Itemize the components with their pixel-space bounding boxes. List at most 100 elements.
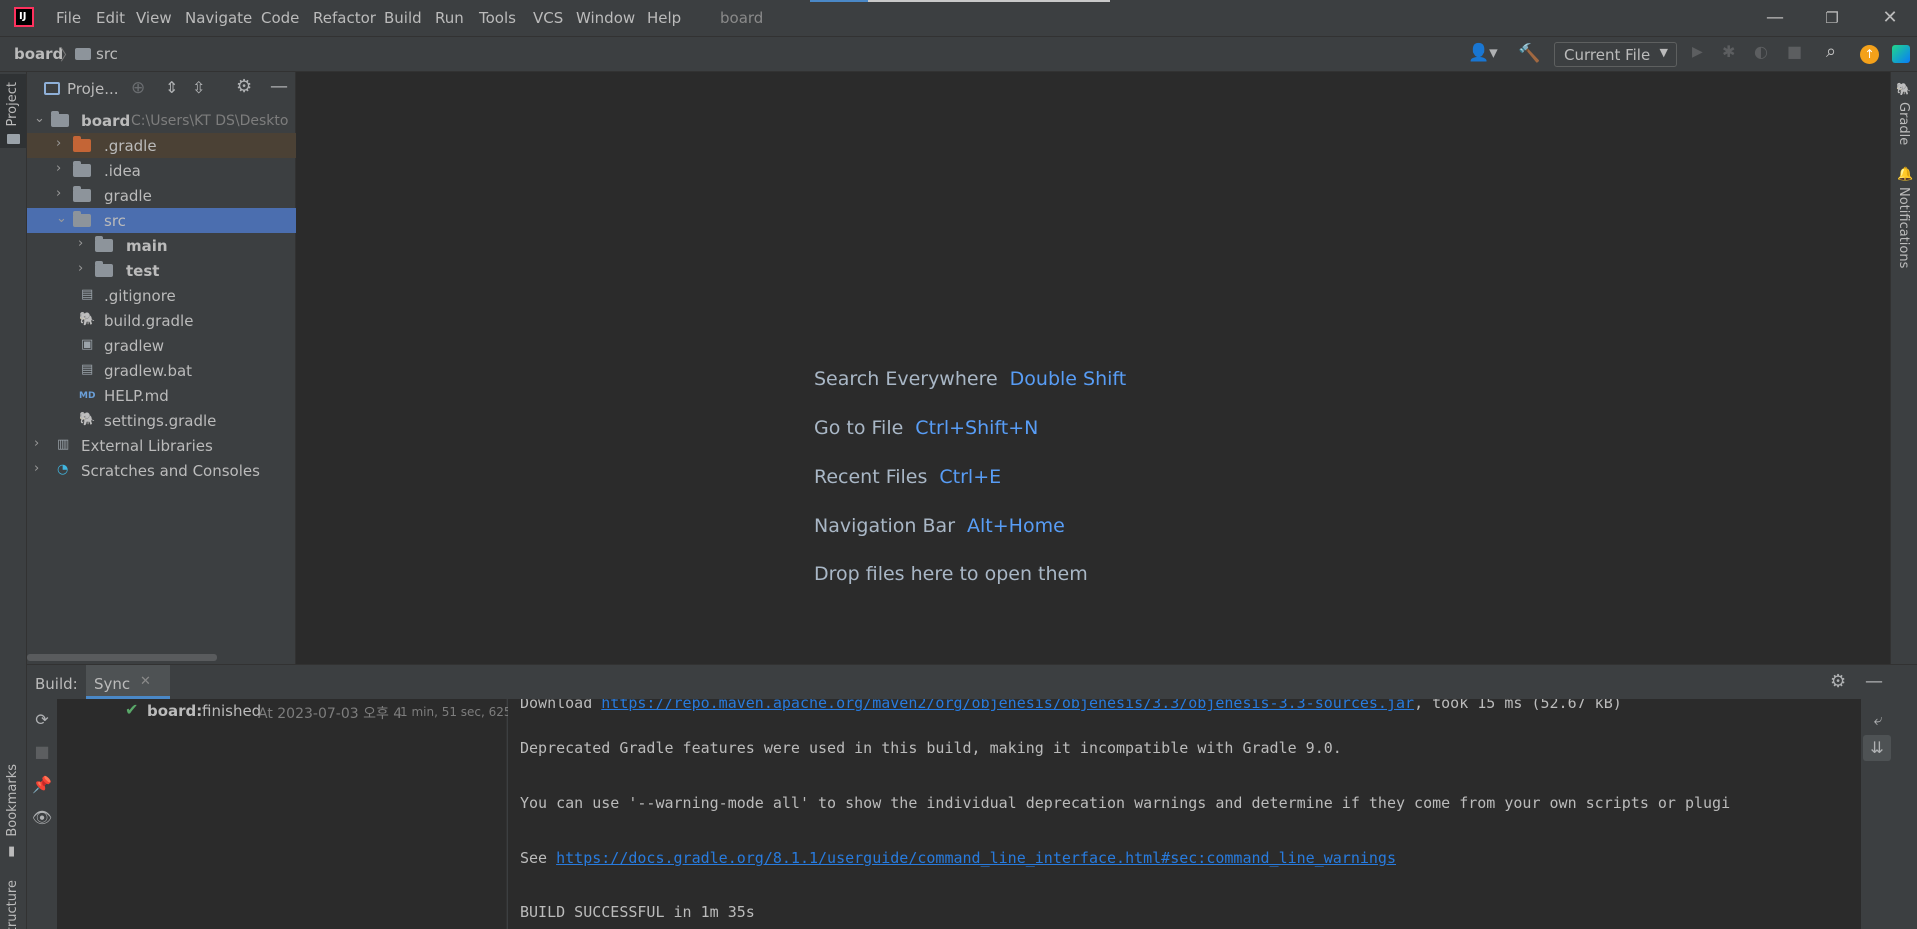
- stop-icon[interactable]: ■: [31, 741, 53, 763]
- tree-item-help-md[interactable]: MD HELP.md: [27, 383, 296, 408]
- notifications-tool-tab[interactable]: 🔔 Notifications: [1891, 167, 1917, 347]
- minimize-button[interactable]: —: [1755, 4, 1795, 32]
- tree-item-label: External Libraries: [81, 437, 213, 455]
- notifications-tool-label: Notifications: [1896, 187, 1911, 269]
- console-link[interactable]: https://repo.maven.apache.org/maven2/org…: [601, 699, 1414, 712]
- horizontal-scrollbar[interactable]: [27, 654, 217, 661]
- menu-build[interactable]: Build: [384, 9, 422, 27]
- expand-all-icon[interactable]: ⇕: [165, 78, 178, 97]
- tree-item-external-libraries[interactable]: › ▥ External Libraries: [27, 433, 296, 458]
- console-text: See: [520, 849, 557, 867]
- console-line-warning-mode: You can use '--warning-mode all' to show…: [520, 794, 1731, 812]
- gear-icon[interactable]: ⚙: [1830, 671, 1846, 692]
- project-tool-tab[interactable]: Project: [0, 74, 26, 148]
- locate-file-icon[interactable]: ⊕: [131, 78, 145, 98]
- gradle-tool-label: Gradle: [1896, 102, 1911, 146]
- tree-item-build-gradle[interactable]: 🐘 build.gradle: [27, 308, 296, 333]
- hint-recent-files: Recent Files Ctrl+E: [814, 466, 1001, 488]
- hint-search-everywhere: Search Everywhere Double Shift: [814, 368, 1126, 390]
- tree-item-label: gradle: [104, 187, 152, 205]
- hide-panel-icon[interactable]: —: [270, 76, 288, 97]
- tree-item-gradlew[interactable]: ▣ gradlew: [27, 333, 296, 358]
- build-result-time: At 2023-07-03 오후 4: [258, 706, 403, 722]
- gear-icon[interactable]: ⚙: [236, 76, 252, 97]
- soft-wrap-icon[interactable]: ⤶: [1867, 709, 1889, 731]
- tree-item-label: .gitignore: [104, 287, 176, 305]
- structure-tool-tab[interactable]: Structure: [0, 880, 26, 929]
- menu-run[interactable]: Run: [435, 9, 464, 27]
- breadcrumb-project[interactable]: board: [14, 45, 63, 63]
- console-link[interactable]: https://docs.gradle.org/8.1.1/userguide/…: [556, 849, 1396, 867]
- run-configuration-select[interactable]: Current File ▼: [1554, 42, 1677, 67]
- tree-item-settings-gradle[interactable]: 🐘 settings.gradle: [27, 408, 296, 433]
- tree-item-label: Scratches and Consoles: [81, 462, 260, 480]
- tree-item-gradle-cache[interactable]: › .gradle: [27, 133, 296, 158]
- console-line-see-docs: See https://docs.gradle.org/8.1.1/usergu…: [520, 849, 1396, 867]
- gradle-tool-tab[interactable]: 🐘 Gradle: [1891, 82, 1917, 162]
- tree-item-label: main: [126, 237, 168, 255]
- user-account-icon[interactable]: 👤▾: [1468, 43, 1498, 63]
- intellij-logo-icon: IJ: [14, 7, 34, 27]
- tree-item-gradlew-bat[interactable]: ▤ gradlew.bat: [27, 358, 296, 383]
- menu-tools[interactable]: Tools: [479, 9, 516, 27]
- chevron-down-icon: ▼: [1659, 46, 1668, 59]
- tree-root-board[interactable]: ⌄ board C:\Users\KT DS\Deskto: [27, 108, 296, 133]
- collapse-all-icon[interactable]: ⇳: [192, 78, 205, 97]
- tree-item-test[interactable]: › test: [27, 258, 296, 283]
- menu-refactor[interactable]: Refactor: [313, 9, 376, 27]
- pin-icon[interactable]: 📌: [31, 774, 53, 796]
- search-icon[interactable]: ⌕: [1826, 41, 1836, 62]
- menu-edit[interactable]: Edit: [96, 9, 125, 27]
- bookmarks-tool-tab[interactable]: Bookmarks ▮: [0, 764, 26, 864]
- build-result-row[interactable]: ✔ board: finished At 2023-07-03 오후 4 1 m…: [57, 699, 533, 723]
- tab-sync[interactable]: Sync ✕: [86, 665, 170, 699]
- gitignore-file-icon: ▤: [81, 287, 94, 302]
- resync-icon[interactable]: ⟳: [31, 709, 53, 731]
- hint-navigation-bar: Navigation Bar Alt+Home: [814, 515, 1065, 537]
- tree-item-src[interactable]: ⌄ src: [27, 208, 296, 233]
- tab-sync-label: Sync: [94, 675, 131, 693]
- restore-button[interactable]: ❐: [1812, 4, 1852, 32]
- chevron-right-icon: ›: [34, 461, 40, 476]
- run-icon[interactable]: ▶: [1692, 44, 1703, 60]
- menu-vcs[interactable]: VCS: [533, 9, 563, 27]
- right-tool-window-strip: 🐘 Gradle 🔔 Notifications: [1890, 72, 1917, 664]
- jetbrains-toolbox-icon[interactable]: [1892, 45, 1910, 63]
- tree-item-label: test: [126, 262, 160, 280]
- menu-view[interactable]: View: [136, 9, 172, 27]
- tree-item-idea[interactable]: › .idea: [27, 158, 296, 183]
- breadcrumb-folder[interactable]: src: [96, 45, 118, 63]
- chevron-right-icon: ›: [56, 136, 62, 151]
- project-panel: Proje... ⊕ ⇕ ⇳ ⚙ — ⌄ board C:\Users\KT D…: [27, 72, 296, 664]
- tree-item-scratches[interactable]: › ◔ Scratches and Consoles: [27, 458, 296, 483]
- menu-navigate[interactable]: Navigate: [185, 9, 252, 27]
- chevron-right-icon: ›: [56, 161, 62, 176]
- build-hammer-icon[interactable]: 🔨: [1518, 43, 1540, 64]
- menu-file[interactable]: File: [56, 9, 81, 27]
- close-tab-icon[interactable]: ✕: [140, 674, 151, 689]
- close-button[interactable]: ✕: [1870, 4, 1910, 32]
- gradle-elephant-icon: 🐘: [1896, 82, 1911, 96]
- menu-window[interactable]: Window: [576, 9, 635, 27]
- left-tool-window-strip: Project Bookmarks ▮ Structure: [0, 72, 27, 929]
- stop-icon[interactable]: ■: [1787, 42, 1802, 61]
- chevron-right-icon: ›: [34, 436, 40, 451]
- update-icon[interactable]: ↑: [1860, 45, 1879, 64]
- eye-icon[interactable]: 👁: [31, 807, 53, 829]
- run-configuration-label: Current File: [1564, 46, 1651, 64]
- coverage-icon[interactable]: ◐: [1754, 42, 1768, 61]
- menu-help[interactable]: Help: [647, 9, 681, 27]
- hint-shortcut: Double Shift: [1009, 368, 1127, 390]
- build-console-output[interactable]: Download https://repo.maven.apache.org/m…: [508, 699, 1861, 929]
- tree-item-gradle[interactable]: › gradle: [27, 183, 296, 208]
- console-text: , took 15 ms (52.67 kB): [1414, 699, 1622, 712]
- project-view-icon: [44, 82, 60, 95]
- hide-panel-icon[interactable]: —: [1865, 671, 1883, 692]
- scroll-to-end-icon[interactable]: ⇊: [1863, 735, 1891, 761]
- debug-icon[interactable]: ✱: [1722, 42, 1735, 61]
- tree-item-main[interactable]: › main: [27, 233, 296, 258]
- markdown-file-icon: MD: [79, 391, 96, 401]
- menu-code[interactable]: Code: [261, 9, 299, 27]
- tree-item-gitignore[interactable]: ▤ .gitignore: [27, 283, 296, 308]
- project-panel-title[interactable]: Proje...: [67, 80, 119, 98]
